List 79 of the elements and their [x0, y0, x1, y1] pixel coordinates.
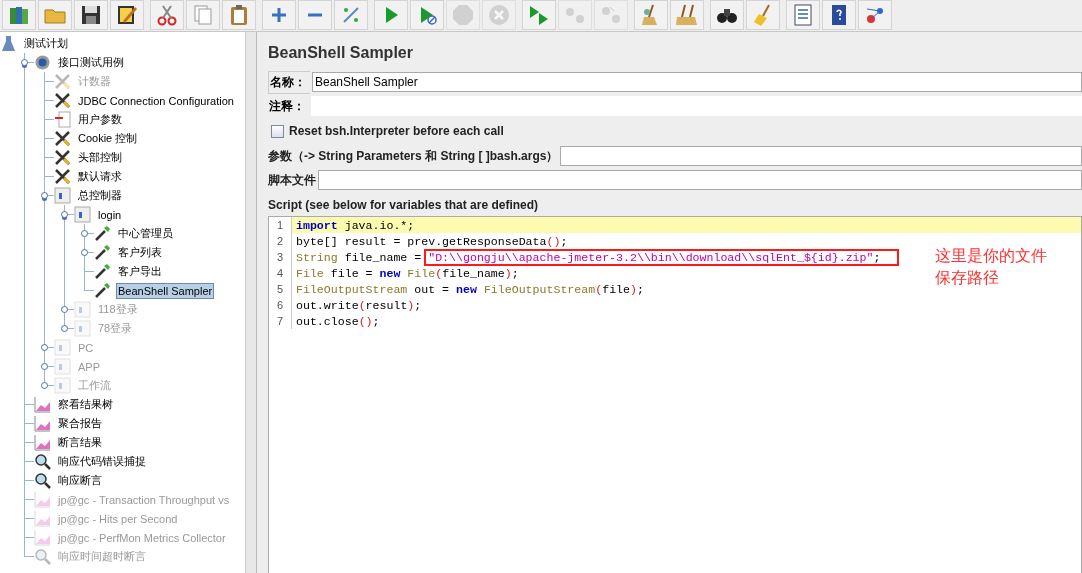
code-line: byte[] result = prev.getResponseData();: [296, 234, 568, 248]
tree-item[interactable]: login: [96, 206, 124, 223]
play-icon[interactable]: [374, 0, 408, 30]
graph-icon: [34, 491, 51, 508]
panel-title: BeanShell Sampler: [268, 44, 414, 62]
graph-icon: [34, 415, 51, 432]
tree-item[interactable]: 聚合报告: [56, 414, 104, 433]
scissors-icon[interactable]: [150, 0, 184, 30]
tree-item[interactable]: 断言结果: [56, 433, 104, 452]
tree-item[interactable]: 客户列表: [116, 243, 164, 262]
broom-gear-icon[interactable]: [634, 0, 668, 30]
annotation-text: 这里是你的文件保存路径: [935, 246, 1048, 288]
binoculars-icon[interactable]: [710, 0, 744, 30]
checkbox[interactable]: [271, 124, 284, 138]
tree-item[interactable]: 客户导出: [116, 262, 164, 281]
name-field[interactable]: BeanShell Sampler: [312, 72, 1082, 92]
pipette-icon: [94, 282, 111, 299]
list-icon[interactable]: [786, 0, 820, 30]
help-icon[interactable]: [822, 0, 856, 30]
tree-item[interactable]: 默认请求: [76, 167, 124, 186]
graph-icon: [34, 529, 51, 546]
code-editor[interactable]: [268, 216, 1082, 573]
wrench-icon: [54, 168, 71, 185]
wrench-icon: [54, 149, 71, 166]
brooms-icon[interactable]: [670, 0, 704, 30]
field-label: 脚本文件: [268, 171, 316, 189]
tree-item[interactable]: 用户参数: [76, 110, 124, 129]
tree-item[interactable]: 接口测试用例: [56, 53, 126, 72]
books-icon[interactable]: [2, 0, 36, 30]
code-line: String file_name = "D:\\gongju\\apache-jmeter-3.2\\bin\\download\\sqlEnt_${id}.zip";: [296, 250, 881, 264]
magnifier-icon: [34, 453, 51, 470]
pipette-icon: [94, 263, 111, 280]
plus-icon[interactable]: [262, 0, 296, 30]
expander-handle[interactable]: [21, 59, 28, 66]
expander-handle[interactable]: [61, 211, 68, 218]
wrench-icon: [54, 130, 71, 147]
clipboard-icon[interactable]: [222, 0, 256, 30]
tree-item[interactable]: BeanShell Sampler: [116, 282, 215, 299]
pipette-icon: [94, 244, 111, 261]
field-label: 参数（-> String Parameters 和 String [ ]bash.args）: [268, 147, 559, 165]
tree-item[interactable]: 中心管理员: [116, 224, 175, 243]
tree-item[interactable]: 头部控制: [76, 148, 124, 167]
tree-item[interactable]: 响应代码错误捕捉: [56, 452, 148, 471]
code-line: out.write(result);: [296, 298, 422, 312]
wrench-icon: [54, 73, 71, 90]
wrench-icon: [54, 92, 71, 109]
play-slash-icon[interactable]: [410, 0, 444, 30]
network-icon[interactable]: [858, 0, 892, 30]
tree-item[interactable]: JDBC Connection Configuration: [76, 92, 236, 109]
floppy-icon[interactable]: [74, 0, 108, 30]
graph-icon: [34, 396, 51, 413]
pipette-icon: [94, 225, 111, 242]
checkbox-label: Reset bsh.Interpreter before each call: [289, 124, 504, 138]
script-label: Script (see below for variables that are defined): [268, 198, 540, 212]
minus-icon[interactable]: [298, 0, 332, 30]
expander-handle[interactable]: [81, 230, 88, 237]
graph-icon: [34, 434, 51, 451]
field-label: 名称：: [268, 70, 310, 94]
expander-handle[interactable]: [41, 192, 48, 199]
tree-item[interactable]: 总控制器: [76, 186, 124, 205]
tree-item[interactable]: 响应断言: [56, 471, 104, 490]
code-line: out.close();: [296, 314, 380, 328]
magnifier-icon: [34, 472, 51, 489]
code-line: import java.io.*;: [296, 218, 415, 232]
tree-item[interactable]: Cookie 控制: [76, 129, 140, 148]
tree-item[interactable]: 测试计划: [22, 34, 70, 53]
field-label: 注释：: [268, 97, 306, 115]
parameters-field[interactable]: [560, 146, 1082, 166]
double-play-icon[interactable]: [522, 0, 556, 30]
tree-item[interactable]: 察看结果树: [56, 395, 115, 414]
code-line: FileOutputStream out = new FileOutputStream(file);: [296, 282, 644, 296]
notepad-icon[interactable]: [110, 0, 144, 30]
graph-icon: [34, 510, 51, 527]
code-line: File file = new File(file_name);: [296, 266, 519, 280]
magnifier-icon: [34, 548, 51, 565]
page-arrow-icon: [54, 111, 71, 128]
expander-handle[interactable]: [81, 249, 88, 256]
script-file-field[interactable]: [318, 170, 1082, 190]
line-number: 1: [269, 217, 292, 233]
